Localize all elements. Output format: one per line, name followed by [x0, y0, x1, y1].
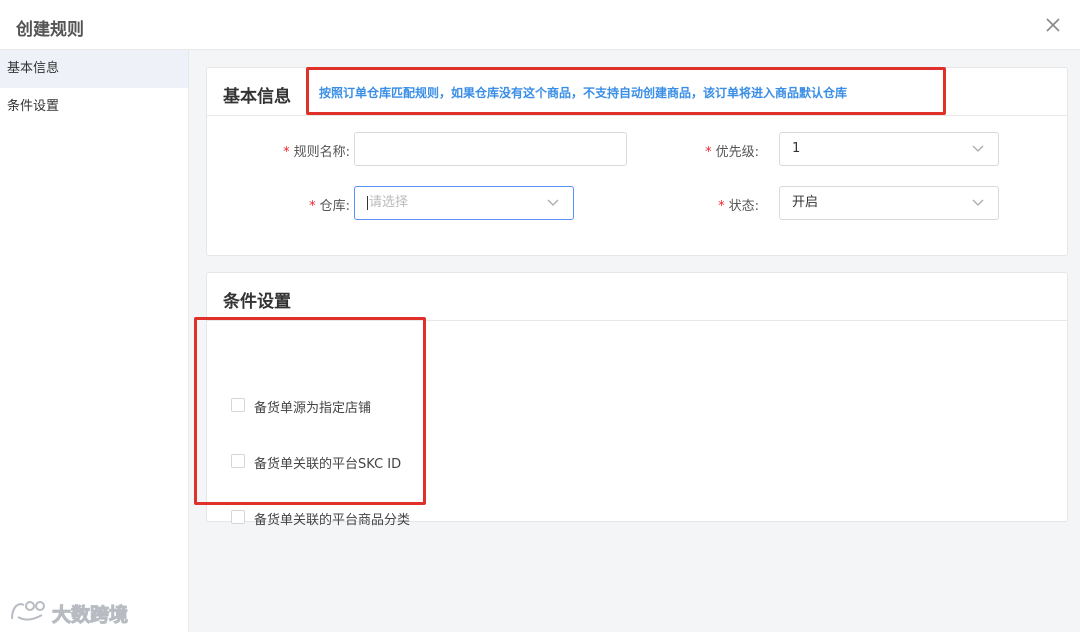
basic-info-header: 基本信息 按照订单仓库匹配规则，如果仓库没有这个商品，不支持自动创建商品，该订单… — [207, 67, 1067, 116]
sidebar-item-conditions[interactable]: 条件设置 — [0, 88, 188, 126]
conditions-header: 条件设置 — [207, 273, 1067, 321]
basic-info-card: 基本信息 按照订单仓库匹配规则，如果仓库没有这个商品，不支持自动创建商品，该订单… — [206, 67, 1068, 256]
watermark-text: 大数跨境 — [51, 604, 129, 627]
sidebar-nav: 基本信息 条件设置 — [0, 50, 189, 632]
required-star: * — [718, 199, 725, 214]
sidebar-item-basic-info[interactable]: 基本信息 — [0, 50, 188, 88]
chevron-down-icon — [972, 145, 984, 152]
text-caret — [367, 195, 368, 210]
condition-label: 备货单关联的平台商品分类 — [254, 513, 411, 528]
rule-name-input[interactable] — [354, 132, 627, 166]
warehouse-placeholder: 请选择 — [369, 195, 409, 210]
priority-label: * 优先级: — [705, 145, 759, 160]
notice-text: 按照订单仓库匹配规则，如果仓库没有这个商品，不支持自动创建商品，该订单将进入商品… — [319, 86, 848, 100]
checkbox[interactable] — [231, 510, 245, 524]
priority-value: 1 — [792, 141, 801, 156]
conditions-title: 条件设置 — [223, 292, 291, 312]
condition-label: 备货单源为指定店铺 — [254, 401, 372, 416]
priority-select[interactable]: 1 — [779, 132, 999, 166]
close-icon[interactable] — [1044, 16, 1062, 34]
checkbox[interactable] — [231, 398, 245, 412]
conditions-highlight-box: 备货单源为指定店铺 备货单关联的平台SKC ID 备货单关联的平台商品分类 — [194, 317, 426, 528]
condition-label: 备货单关联的平台SKC ID — [254, 457, 402, 472]
required-star: * — [309, 199, 316, 214]
chevron-down-icon — [972, 199, 984, 206]
watermark-logo-icon — [11, 601, 45, 621]
dialog-title: 创建规则 — [16, 20, 84, 40]
warehouse-select[interactable]: 请选择 — [354, 186, 574, 220]
dialog-header: 创建规则 — [0, 0, 1080, 50]
required-star: * — [283, 145, 290, 160]
status-select[interactable]: 开启 — [779, 186, 999, 220]
main-content: 基本信息 按照订单仓库匹配规则，如果仓库没有这个商品，不支持自动创建商品，该订单… — [189, 50, 1080, 632]
chevron-down-icon — [547, 199, 559, 206]
checkbox[interactable] — [231, 454, 245, 468]
notice-highlight-box: 按照订单仓库匹配规则，如果仓库没有这个商品，不支持自动创建商品，该订单将进入商品… — [306, 67, 946, 115]
rule-name-label: * 规则名称: — [283, 145, 350, 160]
basic-info-title: 基本信息 — [223, 87, 291, 107]
warehouse-label: * 仓库: — [309, 199, 350, 214]
required-star: * — [705, 145, 712, 160]
status-label: * 状态: — [718, 199, 759, 214]
status-value: 开启 — [792, 195, 819, 210]
